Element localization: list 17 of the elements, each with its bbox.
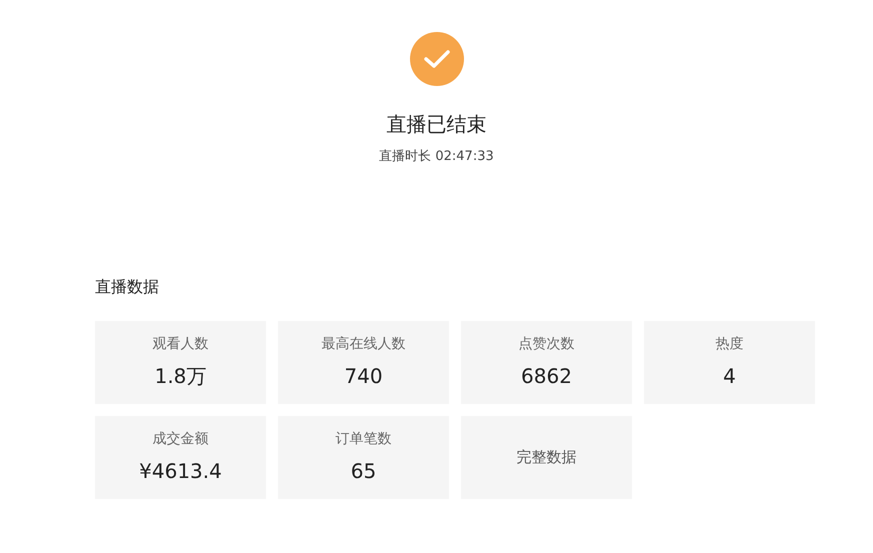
stat-label: 热度 xyxy=(716,334,744,354)
stat-label: 点赞次数 xyxy=(518,334,574,354)
stat-value: 740 xyxy=(344,362,383,390)
stat-label: 成交金额 xyxy=(152,430,208,448)
stat-value: ¥4613.4 xyxy=(139,458,222,484)
stat-label: 观看人数 xyxy=(152,334,208,354)
stat-value: 4 xyxy=(723,362,736,390)
stat-value: 6862 xyxy=(521,362,572,390)
full-data-button[interactable]: 完整数据 xyxy=(461,416,632,498)
success-check-icon xyxy=(410,32,464,86)
stat-label: 最高在线人数 xyxy=(322,334,406,354)
stat-value: 1.8万 xyxy=(154,362,206,390)
stat-label: 订单笔数 xyxy=(336,430,392,448)
status-title: 直播已结束 xyxy=(386,111,486,138)
stat-value: 65 xyxy=(350,458,376,484)
duration-text: 直播时长 02:47:33 xyxy=(379,148,494,166)
section-title: 直播数据 xyxy=(95,276,160,298)
